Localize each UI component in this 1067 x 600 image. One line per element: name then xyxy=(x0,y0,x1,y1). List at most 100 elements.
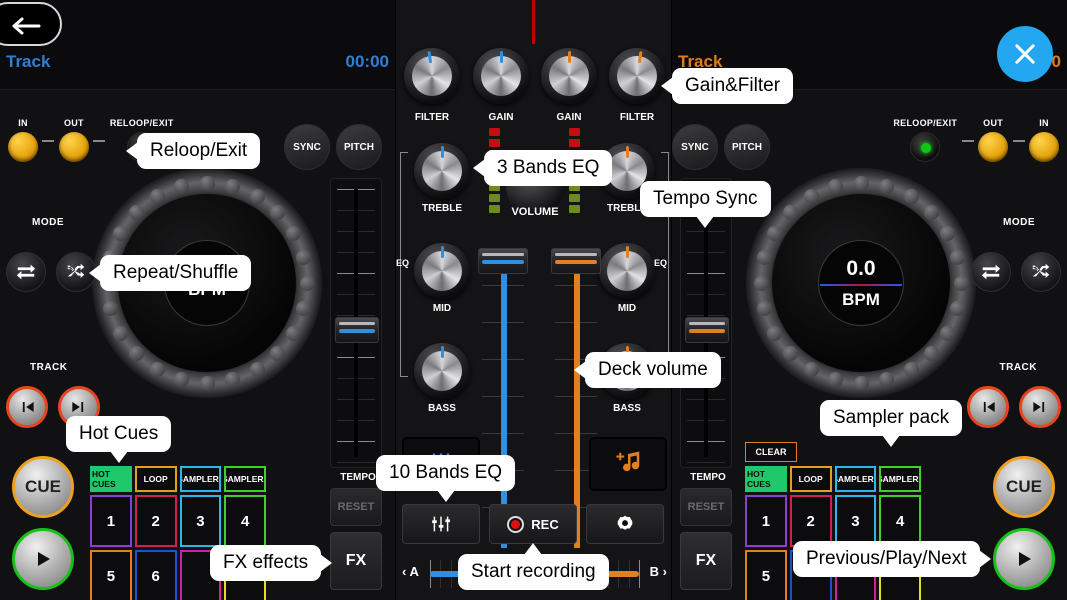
channel-handle[interactable] xyxy=(551,248,601,274)
pad-4-right[interactable]: 4 xyxy=(879,495,921,547)
pad-tab-sampler2-left[interactable]: SAMPLER2 xyxy=(224,466,266,492)
pad-3-right[interactable]: 3 xyxy=(835,495,877,547)
clear-button-right[interactable]: CLEAR xyxy=(745,442,797,462)
reset-button-left[interactable]: RESET xyxy=(330,488,382,526)
knob-mid-a[interactable] xyxy=(414,243,470,299)
knob-mid-b[interactable] xyxy=(599,243,655,299)
pad-1-right[interactable]: 1 xyxy=(745,495,787,547)
fx-button-left[interactable]: FX xyxy=(330,532,382,590)
knob-filter-a[interactable] xyxy=(404,48,460,104)
pad-tab-loop-left[interactable]: LOOP xyxy=(135,466,177,492)
pad-tab-sampler1-left[interactable]: SAMPLER1 xyxy=(180,466,222,492)
knob-treble-a[interactable] xyxy=(414,143,470,199)
pad-tab-sampler2-right[interactable]: SAMPLER2 xyxy=(879,466,921,492)
tooltip-repeat-shuffle: Repeat/Shuffle xyxy=(100,255,251,291)
vu-led xyxy=(489,139,500,147)
sync-button-right[interactable]: SYNC xyxy=(672,124,718,170)
knob-gain-a[interactable] xyxy=(473,48,529,104)
tempo-label-right: TEMPO xyxy=(680,472,736,483)
channel-handle[interactable] xyxy=(478,248,528,274)
loop-in-button[interactable] xyxy=(8,132,38,162)
jog-dimple xyxy=(804,362,819,377)
knob-indicator xyxy=(441,146,444,158)
jog-wheel-right[interactable]: 0.0 BPM xyxy=(746,168,976,398)
close-button[interactable] xyxy=(997,26,1053,82)
knob-label-mid-b: MID xyxy=(592,303,662,314)
reloop-exit-label: RELOOP/EXIT xyxy=(110,118,174,128)
jog-dimple xyxy=(783,205,798,220)
jog-dimple xyxy=(103,301,118,316)
back-button[interactable] xyxy=(0,2,62,46)
jog-dimple xyxy=(950,250,965,265)
knob-indicator xyxy=(568,51,571,63)
repeat-icon[interactable] xyxy=(6,252,46,292)
gear-icon xyxy=(614,513,636,535)
reloop-exit-right[interactable]: RELOOP/EXIT xyxy=(893,118,957,162)
loop-out-right[interactable]: OUT xyxy=(978,118,1008,162)
pad-tab-loop-right[interactable]: LOOP xyxy=(790,466,832,492)
crossfader-next[interactable]: B › xyxy=(650,564,667,579)
master-volume-label: VOLUME xyxy=(500,206,570,218)
play-button-right[interactable] xyxy=(993,528,1055,590)
crossfader-b-label: B xyxy=(650,564,659,579)
pad-5-right[interactable]: 5 xyxy=(745,550,787,600)
pad-tab-hotcues-left[interactable]: HOT CUES xyxy=(90,466,132,492)
vu-led xyxy=(489,128,500,136)
pad-6-left[interactable]: 6 xyxy=(135,550,177,600)
loop-in-label: IN xyxy=(8,118,38,128)
pad-2-right[interactable]: 2 xyxy=(790,495,832,547)
knob-indicator xyxy=(626,246,629,258)
loop-controls-right: RELOOP/EXIT OUT IN xyxy=(893,118,1059,168)
knob-filter-b[interactable] xyxy=(609,48,665,104)
eq10-toggle-button[interactable] xyxy=(402,504,480,544)
jog-dimple xyxy=(940,326,955,341)
sync-button-left[interactable]: SYNC xyxy=(284,124,330,170)
jog-dimple xyxy=(828,179,843,194)
shuffle-icon[interactable] xyxy=(1021,252,1061,292)
loop-in-right[interactable]: IN xyxy=(1029,118,1059,162)
skip-previous-icon[interactable] xyxy=(6,386,48,428)
settings-button[interactable] xyxy=(586,504,664,544)
cue-button-left[interactable]: CUE xyxy=(12,456,74,518)
reset-button-right[interactable]: RESET xyxy=(680,488,732,526)
knob-gain-b[interactable] xyxy=(541,48,597,104)
skip-previous-icon[interactable] xyxy=(967,386,1009,428)
channel-fader-a[interactable] xyxy=(486,248,520,548)
skip-next-icon[interactable] xyxy=(1019,386,1061,428)
sampler-pack-button[interactable] xyxy=(589,437,667,491)
loop-out-button[interactable] xyxy=(59,132,89,162)
pitch-button-right[interactable]: PITCH xyxy=(724,124,770,170)
pad-tab-hotcues-right[interactable]: HOT CUES xyxy=(745,466,787,492)
repeat-icon[interactable] xyxy=(971,252,1011,292)
loop-out-left[interactable]: OUT xyxy=(59,118,89,162)
loop-in-left[interactable]: IN xyxy=(8,118,38,162)
pitch-button-left[interactable]: PITCH xyxy=(336,124,382,170)
loop-out-button[interactable] xyxy=(978,132,1008,162)
tempo-handle-right[interactable] xyxy=(685,317,729,343)
pad-3-left[interactable]: 3 xyxy=(180,495,222,547)
vu-led xyxy=(569,139,580,147)
pad-2-left[interactable]: 2 xyxy=(135,495,177,547)
jog-dimple xyxy=(954,276,969,291)
jog-dimple xyxy=(129,205,144,220)
tooltip-sampler-pack: Sampler pack xyxy=(820,400,962,436)
tooltip-three-bands-eq: 3 Bands EQ xyxy=(484,150,612,186)
reloop-exit-button[interactable] xyxy=(910,132,940,162)
tooltip-deck-volume: Deck volume xyxy=(585,352,721,388)
record-button[interactable]: REC xyxy=(489,504,577,544)
pad-tab-sampler1-right[interactable]: SAMPLER1 xyxy=(835,466,877,492)
tempo-handle-left[interactable] xyxy=(335,317,379,343)
cue-button-right[interactable]: CUE xyxy=(993,456,1055,518)
knob-bass-a[interactable] xyxy=(414,343,470,399)
play-button-left[interactable] xyxy=(12,528,74,590)
loop-in-button[interactable] xyxy=(1029,132,1059,162)
pad-1-left[interactable]: 1 xyxy=(90,495,132,547)
vu-led xyxy=(569,128,580,136)
pad-4-left[interactable]: 4 xyxy=(224,495,266,547)
tempo-fader-left[interactable] xyxy=(330,178,382,468)
fx-button-right[interactable]: FX xyxy=(680,532,732,590)
channel-fader-b[interactable] xyxy=(559,248,593,548)
pad-5-left[interactable]: 5 xyxy=(90,550,132,600)
jog-dimple xyxy=(924,205,939,220)
crossfader-prev[interactable]: ‹ A xyxy=(402,564,419,579)
